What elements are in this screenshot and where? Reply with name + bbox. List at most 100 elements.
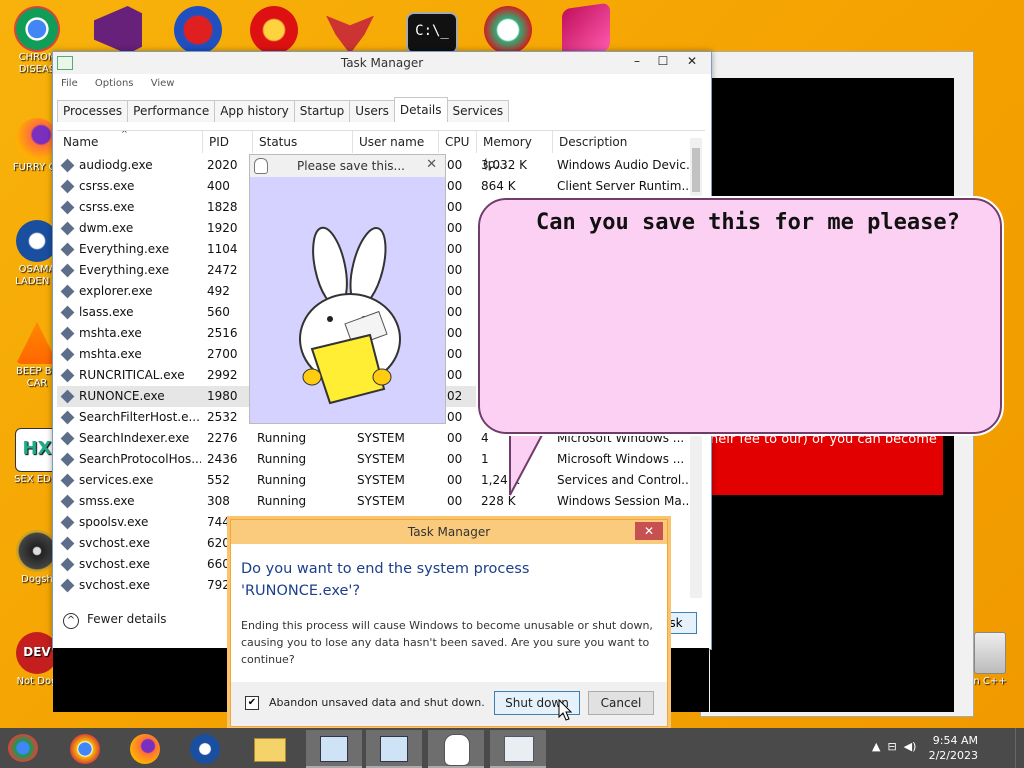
visual-studio-icon[interactable] — [94, 6, 142, 54]
process-icon — [60, 200, 75, 215]
tab-strip: Processes Performance App history Startu… — [57, 97, 510, 123]
cell-pid: 1828 — [207, 200, 238, 214]
column-header-user[interactable]: User name — [353, 131, 439, 153]
tab-services[interactable]: Services — [446, 100, 510, 122]
column-header-name[interactable]: Name ^ — [57, 131, 203, 153]
monitor-icon[interactable] — [562, 2, 610, 58]
dialog-message: Ending this process will cause Windows t… — [241, 619, 653, 666]
column-header-cpu[interactable]: CPU — [439, 131, 477, 153]
cell-status: Running — [257, 473, 307, 487]
rabbit-popup-window[interactable]: Please save this... ✕ — [249, 154, 446, 424]
cell-pid: 400 — [207, 179, 230, 193]
process-icon — [60, 473, 75, 488]
rabbit-with-folder-image — [299, 226, 401, 405]
menu-view[interactable]: View — [151, 78, 175, 89]
taskbar-task-manager[interactable] — [490, 730, 546, 768]
desktop-icon-label: n C++ — [973, 676, 1007, 687]
dialog-title: Task Manager — [407, 525, 491, 539]
taskbar-app-1[interactable] — [306, 730, 362, 768]
taskbar-firefox[interactable] — [118, 730, 174, 766]
cell-cpu: 00 — [447, 284, 463, 298]
chrome-disease-icon — [8, 734, 38, 762]
cell-name: RUNCRITICAL.exe — [79, 368, 185, 382]
cell-pid: 308 — [207, 494, 230, 508]
rabbit-icon — [444, 734, 470, 766]
santa-icon[interactable] — [484, 6, 532, 54]
show-desktop-button[interactable] — [1015, 728, 1024, 768]
taskbar-chrome[interactable] — [58, 730, 114, 766]
fewer-details-button[interactable]: ^ Fewer details — [63, 612, 167, 629]
cmd-icon[interactable]: C:\_ — [406, 12, 458, 54]
cancel-button[interactable]: Cancel — [588, 691, 654, 715]
cell-cpu: 00 — [447, 179, 463, 193]
eagle-icon[interactable] — [326, 15, 374, 54]
process-icon — [60, 578, 75, 593]
clock[interactable]: 9:54 AM 2/2/2023 — [929, 733, 978, 763]
tab-startup[interactable]: Startup — [293, 100, 351, 122]
taskbar-app-2[interactable] — [366, 730, 422, 768]
process-icon — [60, 494, 75, 509]
popup-close-button[interactable]: ✕ — [426, 157, 437, 172]
cell-cpu: 00 — [447, 494, 463, 508]
badge-icon[interactable] — [174, 6, 222, 54]
process-icon — [60, 515, 75, 530]
taskbar-explorer[interactable] — [240, 730, 296, 766]
tab-details[interactable]: Details — [393, 97, 448, 122]
title-bar[interactable]: Task Manager – ☐ ✕ — [53, 52, 711, 74]
minimize-button[interactable]: – — [623, 52, 651, 70]
cell-pid: 552 — [207, 473, 230, 487]
cell-name: lsass.exe — [79, 305, 134, 319]
process-icon — [60, 221, 75, 236]
column-header-description[interactable]: Description — [553, 131, 693, 153]
cell-cpu: 00 — [447, 263, 463, 277]
process-icon — [60, 347, 75, 362]
table-row[interactable]: services.exe 552 Running SYSTEM 00 1,24 K Serv… — [57, 470, 697, 491]
cell-cpu: 00 — [447, 431, 463, 445]
table-row[interactable]: SearchProtocolHos... 2436 Running SYSTEM 00 1… — [57, 449, 697, 470]
tab-processes[interactable]: Processes — [57, 100, 129, 122]
chrome-icon — [70, 734, 100, 764]
cell-name: explorer.exe — [79, 284, 153, 298]
letter-p-icon[interactable] — [250, 6, 298, 54]
tab-app-history[interactable]: App history — [214, 100, 295, 122]
cell-desc: Windows Audio Devic... — [557, 158, 691, 172]
cell-name: csrss.exe — [79, 179, 135, 193]
system-tray[interactable]: ▲ ⊟ ◀) — [872, 740, 916, 753]
cell-name: RUNONCE.exe — [79, 389, 165, 403]
tab-performance[interactable]: Performance — [127, 100, 216, 122]
dialog-footer: ✔ Abandon unsaved data and shut down. Sh… — [231, 682, 667, 726]
scrollbar-thumb[interactable] — [692, 148, 700, 192]
table-row[interactable]: smss.exe 308 Running SYSTEM 00 228 K Windows S… — [57, 491, 697, 512]
cell-pid: 2276 — [207, 431, 238, 445]
dialog-close-button[interactable]: ✕ — [635, 522, 663, 540]
abandon-checkbox[interactable]: ✔ — [245, 696, 259, 710]
taskbar-osama[interactable] — [178, 730, 234, 766]
clock-date: 2/2/2023 — [928, 749, 978, 762]
column-header-pid[interactable]: PID — [203, 131, 253, 153]
dialog-title-bar[interactable]: Task Manager ✕ — [231, 520, 667, 544]
menu-file[interactable]: File — [61, 78, 78, 89]
cell-status: Running — [257, 452, 307, 466]
popup-title-bar[interactable]: Please save this... ✕ — [250, 155, 445, 177]
menu-options[interactable]: Options — [95, 78, 134, 89]
desktop-icon-label: Dogsh — [21, 574, 53, 585]
taskbar-rabbit[interactable] — [428, 730, 484, 768]
desktop-icon-label: CHRON DISEAS — [18, 52, 56, 75]
cell-user: SYSTEM — [357, 431, 405, 445]
process-icon — [60, 452, 75, 467]
close-button[interactable]: ✕ — [673, 52, 711, 70]
column-header-memory[interactable]: Memory (p... — [477, 131, 553, 171]
speech-bubble: Can you save this for me please? — [476, 196, 1004, 436]
cell-name: svchost.exe — [79, 536, 150, 550]
process-icon — [60, 179, 75, 194]
cell-user: SYSTEM — [357, 494, 405, 508]
end-process-dialog[interactable]: Task Manager ✕ Do you want to end the sy… — [230, 519, 668, 727]
abandon-checkbox-label[interactable]: Abandon unsaved data and shut down. — [269, 696, 485, 709]
taskbar-pinned-app[interactable] — [0, 730, 56, 766]
column-header-status[interactable]: Status — [253, 131, 353, 153]
cell-status: Running — [257, 431, 307, 445]
process-icon — [60, 305, 75, 320]
cell-name: audiodg.exe — [79, 158, 153, 172]
tab-users[interactable]: Users — [349, 100, 395, 122]
cell-name: SearchFilterHost.e... — [79, 410, 200, 424]
